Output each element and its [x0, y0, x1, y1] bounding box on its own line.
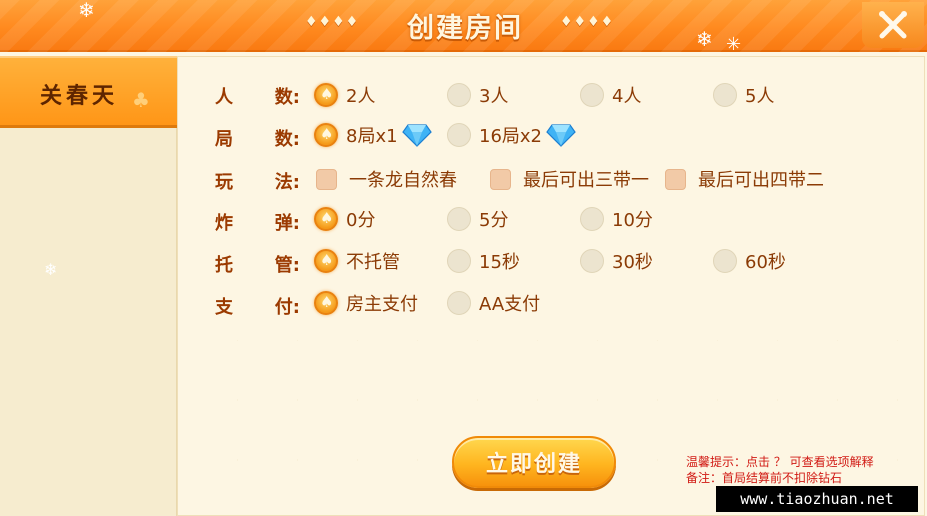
option-label: 5分	[479, 210, 509, 231]
row-label-rules: 玩 法:	[215, 168, 300, 194]
row-label-char: 数:	[274, 87, 300, 108]
sidebar-tab-guanchuntian[interactable]: 关春天 ♣	[0, 56, 178, 128]
option-auto-60s[interactable]: 60秒	[713, 248, 786, 274]
radio-selected-icon	[314, 291, 338, 315]
snowflake-icon: ❄	[44, 260, 58, 279]
watermark: www.tiaozhuan.net	[716, 486, 918, 512]
diamond-gem-icon	[546, 124, 576, 147]
close-button[interactable]	[862, 2, 924, 48]
option-bomb-10[interactable]: 10分	[580, 206, 653, 232]
option-label: 4人	[612, 86, 642, 107]
checkbox-san-dai-yi[interactable]: 最后可出三带一	[490, 166, 649, 192]
option-label: 最后可出四带二	[698, 170, 824, 191]
option-label: 10分	[612, 210, 653, 231]
row-label-char: 付:	[274, 297, 300, 318]
row-label-char: 托	[215, 255, 233, 276]
option-label: 不托管	[346, 252, 400, 273]
row-label-char: 管:	[274, 255, 300, 276]
option-players-2[interactable]: 2人	[314, 82, 375, 108]
checkbox-icon	[316, 168, 337, 190]
radio-icon	[447, 207, 471, 231]
radio-icon	[713, 249, 737, 273]
row-label-rounds: 局 数:	[215, 125, 300, 151]
checkbox-si-dai-er[interactable]: 最后可出四带二	[665, 166, 824, 192]
option-label: 30秒	[612, 252, 653, 273]
radio-selected-icon	[314, 249, 338, 273]
row-label-bomb: 炸 弹:	[215, 209, 300, 235]
title-deco-right: ♦♦♦♦	[560, 14, 615, 30]
option-label: 5人	[745, 86, 775, 107]
snowflake-icon: ❄	[696, 27, 713, 51]
option-label: AA支付	[479, 294, 541, 315]
checkbox-icon	[665, 168, 686, 190]
option-label: 一条龙自然春	[349, 170, 457, 191]
hint-note: 备注：首局结算前不扣除钻石	[686, 471, 843, 485]
radio-selected-icon	[314, 207, 338, 231]
radio-icon	[580, 249, 604, 273]
row-label-char: 支	[215, 297, 233, 318]
spade-deco-icon: ♣	[132, 88, 150, 112]
option-auto-none[interactable]: 不托管	[314, 248, 400, 274]
option-players-3[interactable]: 3人	[447, 82, 508, 108]
radio-icon	[447, 123, 471, 147]
row-label-players: 人 数:	[215, 83, 300, 109]
radio-icon	[580, 207, 604, 231]
radio-icon	[447, 249, 471, 273]
row-label-char: 法:	[274, 172, 300, 193]
row-label-char: 炸	[215, 213, 233, 234]
option-label: 15秒	[479, 252, 520, 273]
radio-icon	[580, 83, 604, 107]
checkbox-icon	[490, 168, 511, 190]
diamond-gem-icon	[401, 124, 432, 147]
option-label: 8局x1	[346, 126, 398, 147]
row-label-char: 局	[215, 129, 233, 150]
option-rounds-8[interactable]: 8局x1	[314, 122, 432, 148]
row-label-char: 人	[215, 87, 233, 108]
row-label-char: 玩	[215, 172, 233, 193]
snowflake-icon: ❄	[78, 0, 95, 22]
checkbox-yitiaolong[interactable]: 一条龙自然春	[316, 166, 457, 192]
option-label: 房主支付	[346, 294, 418, 315]
row-label-auto-play: 托 管:	[215, 251, 300, 277]
row-label-char: 数:	[274, 129, 300, 150]
option-label: 最后可出三带一	[523, 170, 649, 191]
option-players-4[interactable]: 4人	[580, 82, 641, 108]
option-label: 0分	[346, 210, 376, 231]
option-label: 2人	[346, 86, 376, 107]
option-rounds-16[interactable]: 16局x2	[447, 122, 576, 148]
crossed-close-icon	[879, 11, 907, 39]
header-bar: ♦♦♦♦ 创建房间 ♦♦♦♦	[0, 0, 927, 52]
radio-icon	[447, 291, 471, 315]
page-title: 创建房间	[407, 13, 523, 44]
option-bomb-0[interactable]: 0分	[314, 206, 375, 232]
option-label: 3人	[479, 86, 509, 107]
option-label: 60秒	[745, 252, 786, 273]
title-deco-left: ♦♦♦♦	[305, 14, 360, 30]
option-label: 16局x2	[479, 126, 543, 147]
option-players-5[interactable]: 5人	[713, 82, 774, 108]
create-room-button[interactable]: 立即创建	[452, 436, 616, 488]
option-bomb-5[interactable]: 5分	[447, 206, 508, 232]
option-auto-30s[interactable]: 30秒	[580, 248, 653, 274]
option-pay-aa[interactable]: AA支付	[447, 290, 540, 316]
option-auto-15s[interactable]: 15秒	[447, 248, 520, 274]
radio-icon	[447, 83, 471, 107]
hint-tip: 温馨提示：点击 ？ 可查看选项解释	[686, 455, 874, 469]
option-pay-owner[interactable]: 房主支付	[314, 290, 418, 316]
radio-icon	[713, 83, 737, 107]
sidebar: 关春天 ♣	[0, 56, 178, 516]
snowflake-icon: ✳	[726, 34, 742, 55]
row-label-payment: 支 付:	[215, 293, 300, 319]
row-label-char: 弹:	[274, 213, 300, 234]
radio-selected-icon	[314, 123, 338, 147]
radio-selected-icon	[314, 83, 338, 107]
